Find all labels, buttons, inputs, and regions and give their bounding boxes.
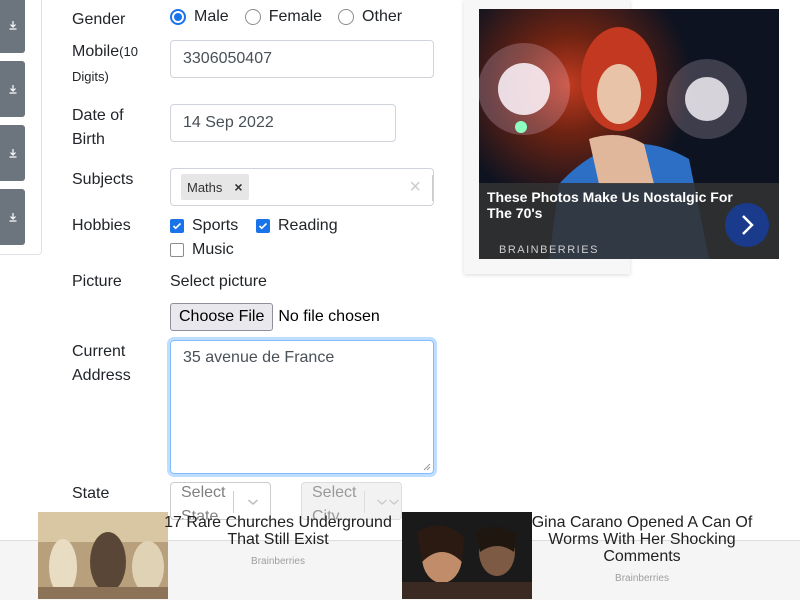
ad-title-gina[interactable]: Gina Carano Opened A Can Of Worms With H…: [527, 514, 757, 565]
state-label: State: [72, 485, 110, 502]
gender-female-label[interactable]: Female: [269, 8, 322, 26]
select-picture-label: Select picture: [170, 273, 267, 290]
mobile-hint-2: Digits): [72, 69, 109, 84]
checkmark-icon: [172, 222, 182, 230]
ad-next-button[interactable]: [725, 203, 769, 247]
ad-caption: These Photos Make Us Nostalgic For The 7…: [479, 183, 779, 259]
picture-label: Picture: [72, 273, 122, 290]
subject-chip: Maths ×: [181, 174, 249, 200]
subjects-divider: [432, 175, 433, 201]
ad-brand: BRAINBERRIES: [499, 244, 599, 256]
chip-remove-icon[interactable]: ×: [234, 179, 242, 195]
chevron-down-icon: [377, 499, 399, 506]
chevron-right-icon: [742, 215, 754, 235]
gender-male-label[interactable]: Male: [194, 8, 229, 26]
reading-checkbox[interactable]: [256, 219, 270, 233]
mobile-label-text: Mobile: [72, 43, 120, 60]
download-icon: [9, 213, 16, 222]
clear-icon[interactable]: ×: [409, 175, 421, 199]
download-icon: [9, 21, 16, 30]
sidebar-download-button-2[interactable]: [0, 61, 25, 117]
sports-checkbox[interactable]: [170, 219, 184, 233]
sidebar-download-button-4[interactable]: [0, 189, 25, 245]
dob-label-line1: Date of: [72, 107, 124, 124]
city-placeholder-line1: Select: [312, 484, 357, 501]
mobile-hint: (10: [119, 44, 138, 59]
subjects-label: Subjects: [72, 171, 134, 188]
chevron-down-icon: [248, 499, 258, 506]
ad-brand-churches: Brainberries: [251, 556, 305, 567]
file-input[interactable]: Choose File No file chosen: [170, 302, 380, 331]
ad-title-churches[interactable]: 17 Rare Churches Underground That Still …: [163, 514, 393, 548]
file-status: No file chosen: [278, 307, 380, 325]
ad-brand-gina: Brainberries: [615, 573, 669, 584]
resize-handle-icon[interactable]: [423, 463, 431, 471]
checkmark-icon: [258, 222, 268, 230]
subject-chip-label: Maths: [187, 179, 223, 195]
ad-title[interactable]: These Photos Make Us Nostalgic For The 7…: [487, 189, 737, 221]
gender-other-label[interactable]: Other: [362, 8, 402, 26]
hobby-music[interactable]: Music: [170, 238, 234, 262]
sidebar-download-button-1[interactable]: [0, 0, 25, 53]
address-textarea[interactable]: 35 avenue de France: [170, 340, 434, 474]
gender-female-radio[interactable]: [244, 9, 261, 25]
hobbies-label: Hobbies: [72, 217, 131, 234]
address-value: 35 avenue de France: [183, 349, 335, 366]
state-divider: [233, 491, 234, 513]
reading-label[interactable]: Reading: [278, 217, 338, 235]
dob-input[interactable]: 14 Sep 2022: [170, 104, 396, 142]
subjects-input[interactable]: Maths × ×: [170, 168, 434, 206]
ad-thumbnail-gina[interactable]: [402, 512, 532, 599]
hobby-sports[interactable]: Sports: [170, 214, 238, 238]
gender-radio-group: Male Female Other: [170, 8, 418, 26]
ad-thumbnail-churches[interactable]: [38, 512, 168, 599]
address-label-line1: Current: [72, 343, 126, 360]
gender-label: Gender: [72, 11, 126, 28]
sports-label[interactable]: Sports: [192, 217, 238, 235]
mobile-input[interactable]: 3306050407: [170, 40, 434, 78]
address-label-line2: Address: [72, 367, 131, 384]
mobile-label: Mobile(10: [72, 40, 138, 64]
download-icon: [9, 85, 16, 94]
choose-file-button[interactable]: Choose File: [170, 302, 274, 331]
city-divider: [364, 491, 365, 513]
dob-value: 14 Sep 2022: [183, 114, 274, 131]
dob-label-line2: Birth: [72, 131, 105, 148]
ad-image[interactable]: These Photos Make Us Nostalgic For The 7…: [479, 9, 779, 259]
sidebar-download-button-3[interactable]: [0, 125, 25, 181]
music-checkbox[interactable]: [170, 243, 184, 257]
hobby-reading[interactable]: Reading: [256, 214, 338, 238]
state-placeholder-line1: Select: [181, 484, 226, 501]
gender-other-radio[interactable]: [338, 9, 355, 25]
download-icon: [9, 149, 16, 158]
music-label[interactable]: Music: [192, 241, 234, 259]
gender-male-radio[interactable]: [170, 9, 186, 25]
mobile-value: 3306050407: [183, 50, 272, 67]
